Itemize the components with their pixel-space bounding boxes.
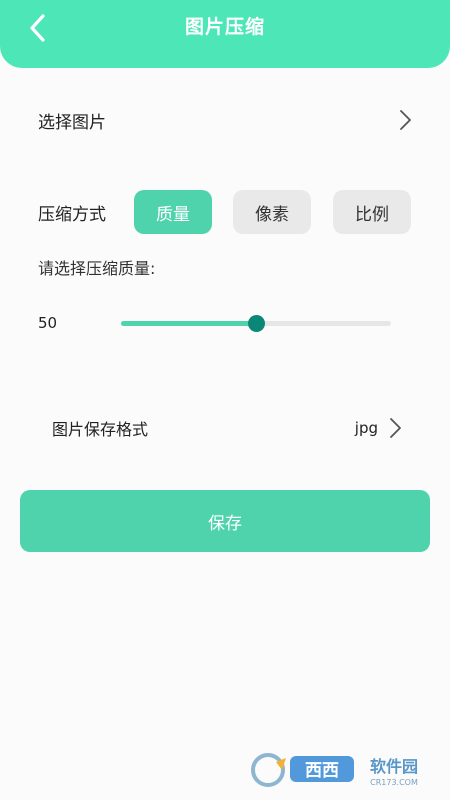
select-image-label: 选择图片 [38,112,106,133]
app-header: 图片压缩 [0,0,450,68]
mode-quality-button[interactable]: 质量 [134,190,212,234]
chevron-right-icon [390,418,401,438]
quality-slider-thumb[interactable] [248,315,265,332]
save-format-label: 图片保存格式 [52,420,149,439]
quality-slider[interactable] [121,315,391,332]
save-format-value: jpg [354,419,378,437]
page-title: 图片压缩 [184,16,265,38]
quality-label: 请选择压缩质量: [38,259,156,278]
svg-text:CR173.COM: CR173.COM [370,778,418,787]
quality-value: 50 [38,314,58,332]
mode-pixel-button[interactable]: 像素 [233,190,311,234]
svg-text:软件园: 软件园 [370,757,418,776]
compress-mode-row: 压缩方式 质量 像素 比例 [38,190,418,234]
save-button[interactable]: 保存 [20,490,430,552]
select-image-row[interactable]: 选择图片 [38,100,412,140]
mode-ratio-button[interactable]: 比例 [333,190,411,234]
chevron-right-icon [400,110,411,130]
compress-mode-label: 压缩方式 [38,205,106,225]
save-format-row[interactable]: 图片保存格式 jpg [52,408,402,448]
quality-slider-fill [121,321,256,326]
site-watermark-logo: 西西 软件园 CR173.COM [251,753,418,787]
svg-text:西西: 西西 [305,761,339,781]
